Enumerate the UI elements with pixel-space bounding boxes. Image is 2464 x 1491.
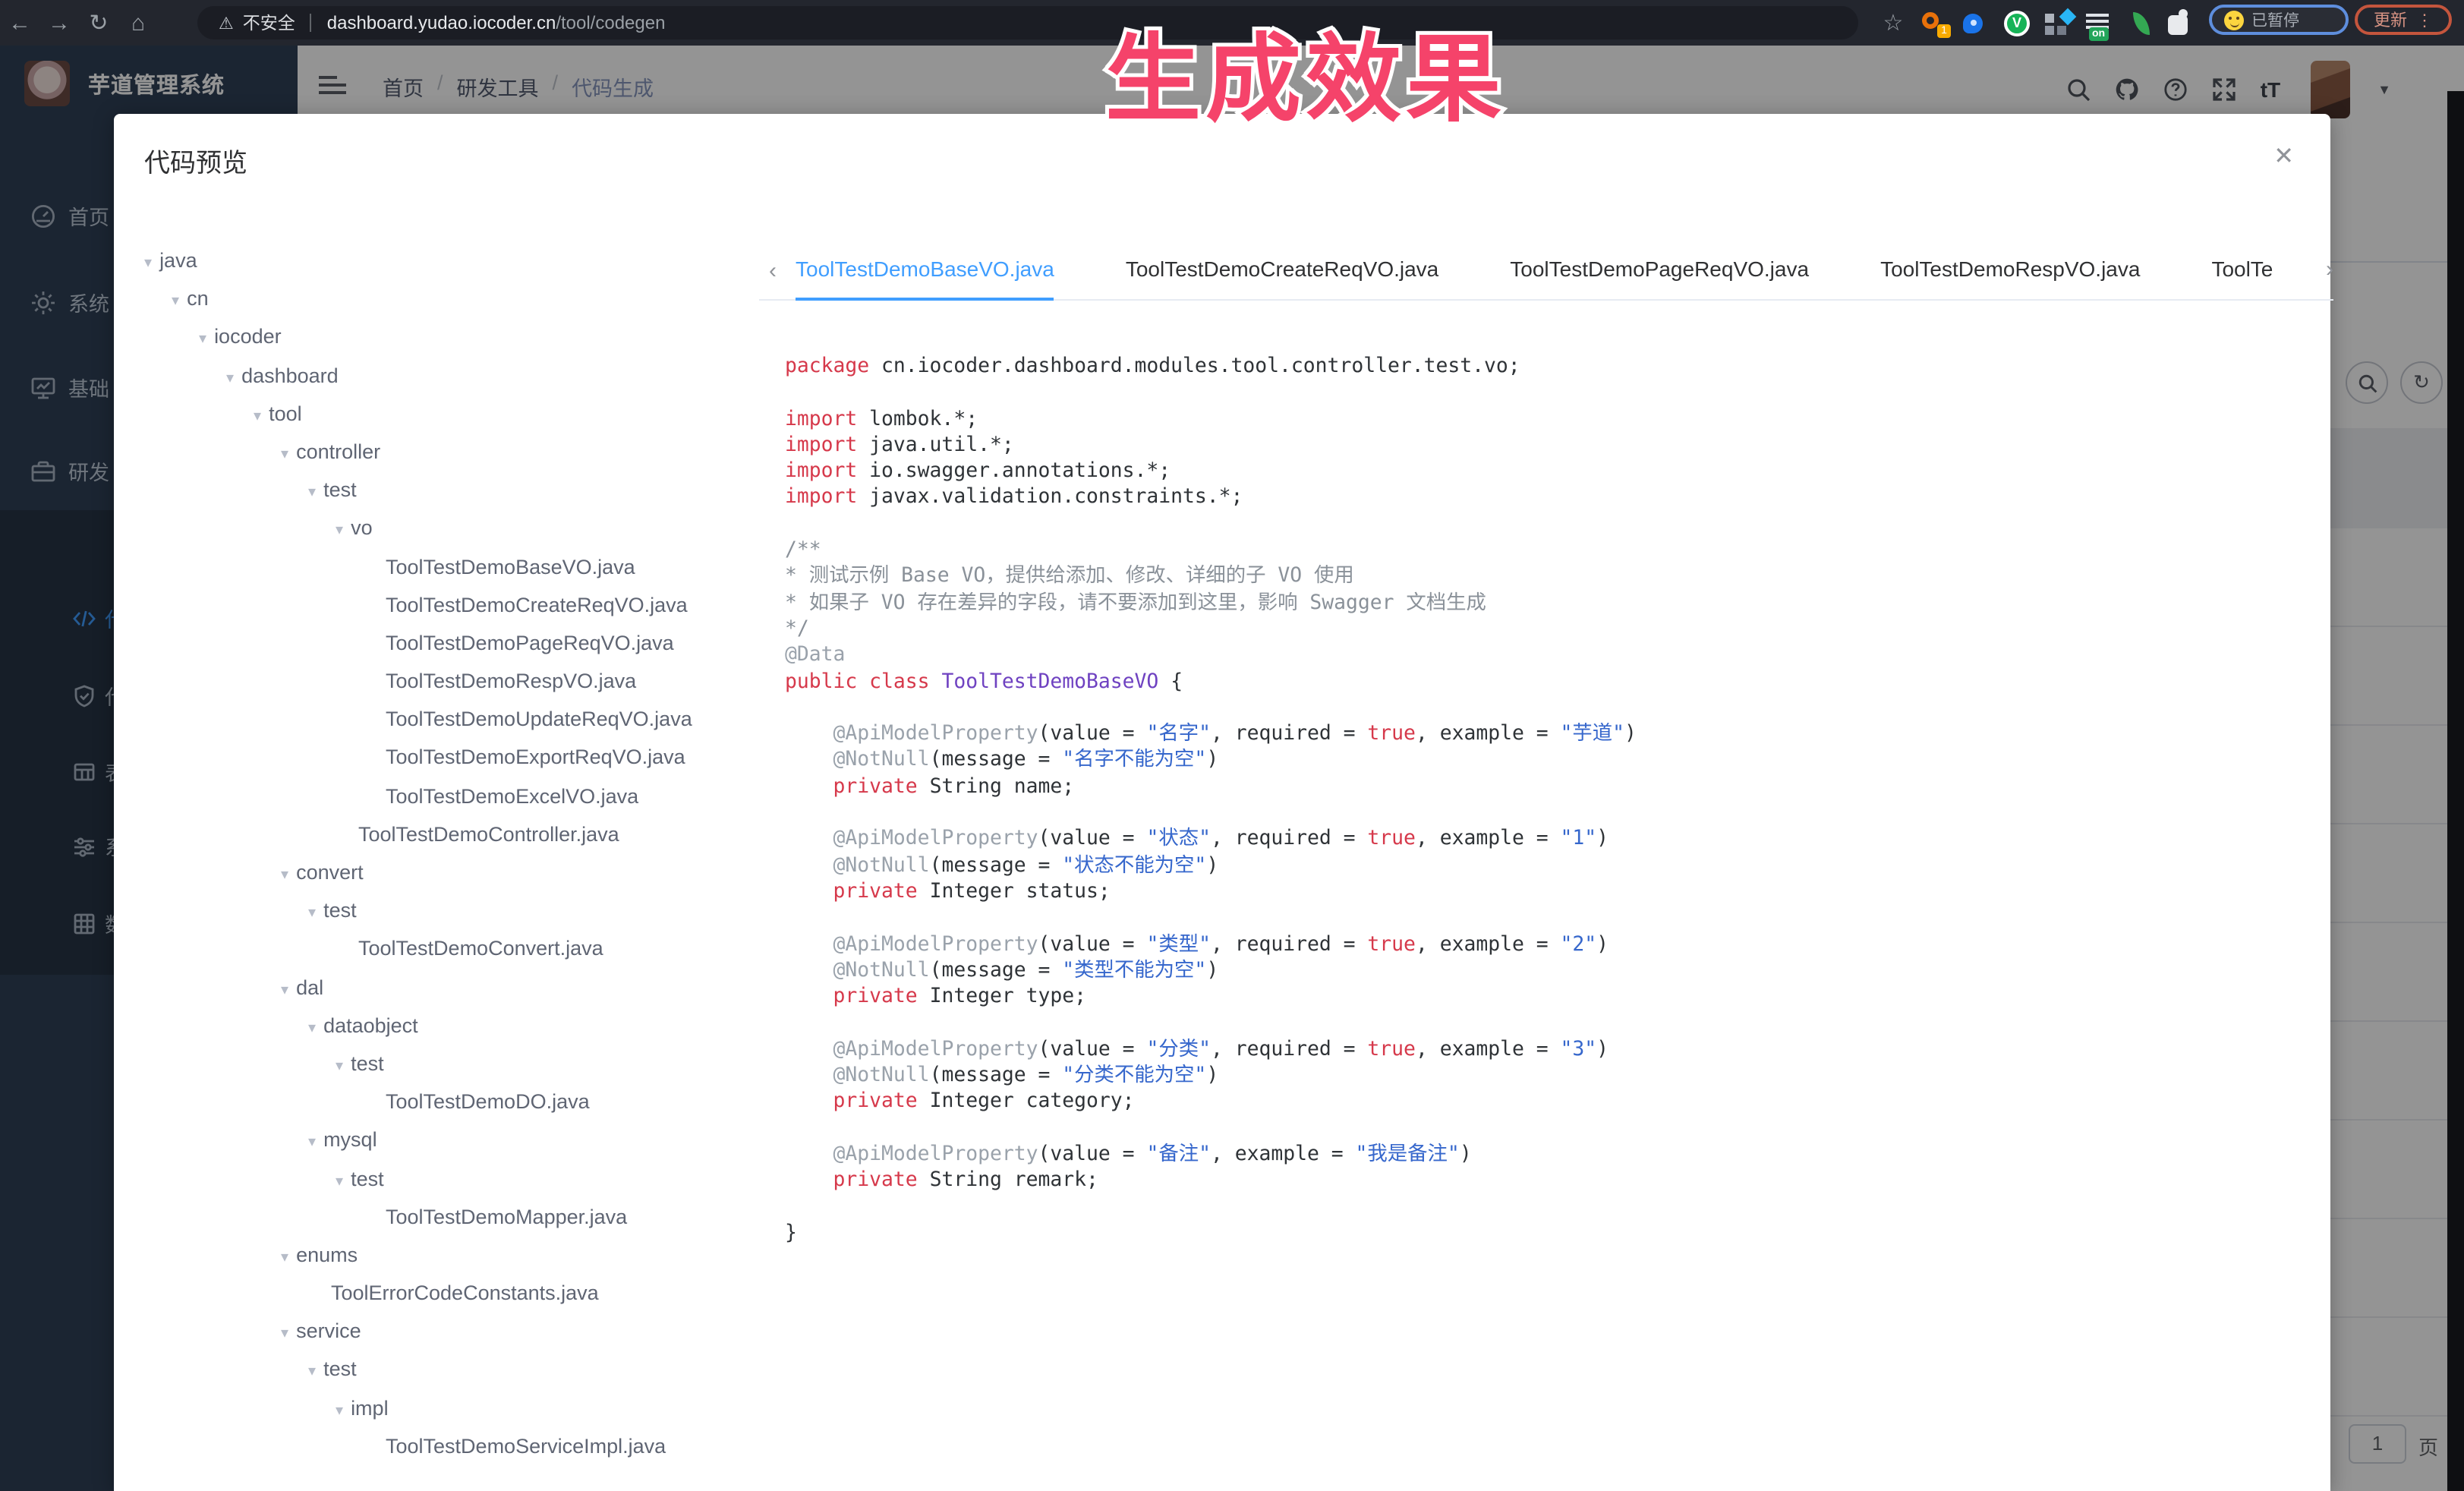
tree-folder[interactable]: ▾impl: [144, 1389, 751, 1426]
tree-folder[interactable]: ▾dal: [144, 968, 751, 1006]
extensions-row: 1 V on: [1922, 8, 2197, 38]
tree-caret-icon[interactable]: ▾: [144, 255, 152, 272]
grid-extension-icon[interactable]: [2045, 8, 2074, 37]
bookmark-star-icon[interactable]: ☆: [1873, 9, 1913, 36]
tree-file[interactable]: ToolTestDemoPageReqVO.java: [144, 624, 751, 662]
tab-list: ToolTestDemoBaseVO.java ToolTestDemoCreat…: [796, 242, 2283, 300]
blue-pin-extension-icon[interactable]: [1963, 8, 1992, 37]
tree-file[interactable]: ToolTestDemoConvert.java: [144, 930, 751, 968]
tree-file[interactable]: ToolTestDemoDO.java: [144, 1083, 751, 1121]
tree-folder[interactable]: ▾java: [144, 241, 751, 279]
annotation-text: 生成效果: [972, 3, 1640, 141]
orange-ring-extension-icon[interactable]: 1: [1922, 8, 1951, 37]
url-host: dashboard.yudao.iocoder.cn: [327, 12, 556, 33]
tree-folder[interactable]: ▾cn: [144, 279, 751, 317]
emoji-face-icon: [2224, 10, 2244, 30]
tree-folder[interactable]: ▾dataobject: [144, 1007, 751, 1045]
list-on-extension-icon[interactable]: on: [2086, 7, 2115, 39]
file-tab[interactable]: ToolTe: [2211, 242, 2273, 297]
tree-folder[interactable]: ▾convert: [144, 853, 751, 891]
tree-caret-icon[interactable]: ▾: [308, 1020, 316, 1037]
url-divider: [310, 14, 312, 32]
code-preview-dialog: 代码预览 ✕ ▾java▾cn▾iocoder▾dashboard▾tool▾c…: [114, 114, 2330, 1491]
tree-file[interactable]: ToolTestDemoCreateReqVO.java: [144, 585, 751, 623]
close-icon[interactable]: ✕: [2273, 141, 2294, 172]
extension-badge: 1: [1937, 24, 1951, 37]
tree-caret-icon[interactable]: ▾: [281, 1326, 288, 1343]
tabs-prev-icon[interactable]: ‹: [759, 258, 786, 284]
file-tab[interactable]: ToolTestDemoRespVO.java: [1880, 242, 2140, 297]
plant-extension-icon[interactable]: [2127, 8, 2156, 37]
tree-caret-icon[interactable]: ▾: [308, 905, 316, 922]
tree-caret-icon[interactable]: ▾: [226, 370, 234, 386]
file-tab[interactable]: ToolTestDemoBaseVO.java: [796, 242, 1054, 300]
screenshot-root: ← → ↻ ⌂ ⚠ 不安全 dashboard.yudao.iocoder.cn…: [0, 0, 2464, 1491]
file-tab[interactable]: ToolTestDemoPageReqVO.java: [1510, 242, 1809, 297]
tree-caret-icon[interactable]: ▾: [281, 446, 288, 463]
tree-caret-icon[interactable]: ▾: [281, 1250, 288, 1266]
file-tree: ▾java▾cn▾iocoder▾dashboard▾tool▾controll…: [144, 241, 751, 1491]
tree-folder[interactable]: ▾test: [144, 471, 751, 509]
tree-caret-icon[interactable]: ▾: [199, 332, 206, 348]
on-badge: on: [2089, 27, 2108, 40]
tree-file[interactable]: ToolTestDemoMapper.java: [144, 1197, 751, 1235]
tree-folder[interactable]: ▾test: [144, 1045, 751, 1083]
paused-extension-badge[interactable]: 已暂停: [2209, 5, 2349, 35]
tree-folder[interactable]: ▾tool: [144, 395, 751, 433]
tree-folder[interactable]: ▾test: [144, 1159, 751, 1197]
not-secure-label: 不安全: [243, 11, 295, 35]
tree-folder[interactable]: ▾test: [144, 1351, 751, 1389]
tree-folder[interactable]: ▾controller: [144, 433, 751, 471]
tree-caret-icon[interactable]: ▾: [308, 484, 316, 501]
file-tab[interactable]: ToolTestDemoCreateReqVO.java: [1126, 242, 1438, 297]
code-view[interactable]: package cn.iocoder.dashboard.modules.too…: [785, 354, 2303, 1247]
update-button[interactable]: 更新 ⋮: [2355, 5, 2452, 35]
tree-file[interactable]: ToolTestDemoExcelVO.java: [144, 777, 751, 815]
tree-file[interactable]: ToolTestDemoExportReqVO.java: [144, 739, 751, 777]
tree-file[interactable]: ToolTestDemoBaseVO.java: [144, 547, 751, 585]
tree-folder[interactable]: ▾service: [144, 1313, 751, 1351]
not-secure-warning-icon: ⚠: [219, 13, 234, 33]
tree-caret-icon[interactable]: ▾: [172, 293, 179, 310]
tree-caret-icon[interactable]: ▾: [308, 1364, 316, 1381]
tree-folder[interactable]: ▾enums: [144, 1236, 751, 1274]
puzzle-extension-icon[interactable]: [2168, 8, 2197, 37]
green-v-extension-icon[interactable]: V: [2004, 8, 2033, 37]
forward-icon[interactable]: →: [39, 10, 79, 36]
menu-dots-icon[interactable]: ⋮: [2416, 10, 2433, 30]
tree-caret-icon[interactable]: ▾: [336, 1058, 343, 1075]
tree-file[interactable]: ToolErrorCodeConstants.java: [144, 1274, 751, 1312]
tree-caret-icon[interactable]: ▾: [336, 523, 343, 540]
back-icon[interactable]: ←: [0, 10, 39, 36]
tree-caret-icon[interactable]: ▾: [336, 1173, 343, 1190]
home-icon[interactable]: ⌂: [118, 10, 158, 36]
tree-caret-icon[interactable]: ▾: [281, 982, 288, 998]
tree-file[interactable]: ToolTestDemoUpdateReqVO.java: [144, 701, 751, 739]
tree-caret-icon[interactable]: ▾: [308, 1135, 316, 1152]
file-tabs-bar: ‹ ToolTestDemoBaseVO.java ToolTestDemoCre…: [759, 243, 2333, 301]
reload-icon[interactable]: ↻: [79, 9, 118, 36]
tree-file[interactable]: ToolTestDemoController.java: [144, 815, 751, 853]
tree-caret-icon[interactable]: ▾: [336, 1402, 343, 1419]
paused-label: 已暂停: [2251, 8, 2299, 31]
tree-folder[interactable]: ▾mysql: [144, 1121, 751, 1159]
tree-caret-icon[interactable]: ▾: [254, 408, 261, 425]
tree-folder[interactable]: ▾vo: [144, 509, 751, 547]
tree-folder[interactable]: ▾iocoder: [144, 318, 751, 356]
tree-file[interactable]: ToolTestDemoRespVO.java: [144, 662, 751, 700]
tree-file[interactable]: ToolTestDemoServiceImpl.java: [144, 1427, 751, 1465]
dialog-title: 代码预览: [144, 141, 247, 179]
url-path: /tool/codegen: [556, 12, 665, 33]
tree-caret-icon[interactable]: ▾: [281, 867, 288, 884]
tabs-next-icon[interactable]: ›: [2326, 257, 2333, 282]
update-label: 更新: [2374, 8, 2407, 32]
tree-folder[interactable]: ▾test: [144, 891, 751, 929]
tree-folder[interactable]: ▾dashboard: [144, 356, 751, 394]
